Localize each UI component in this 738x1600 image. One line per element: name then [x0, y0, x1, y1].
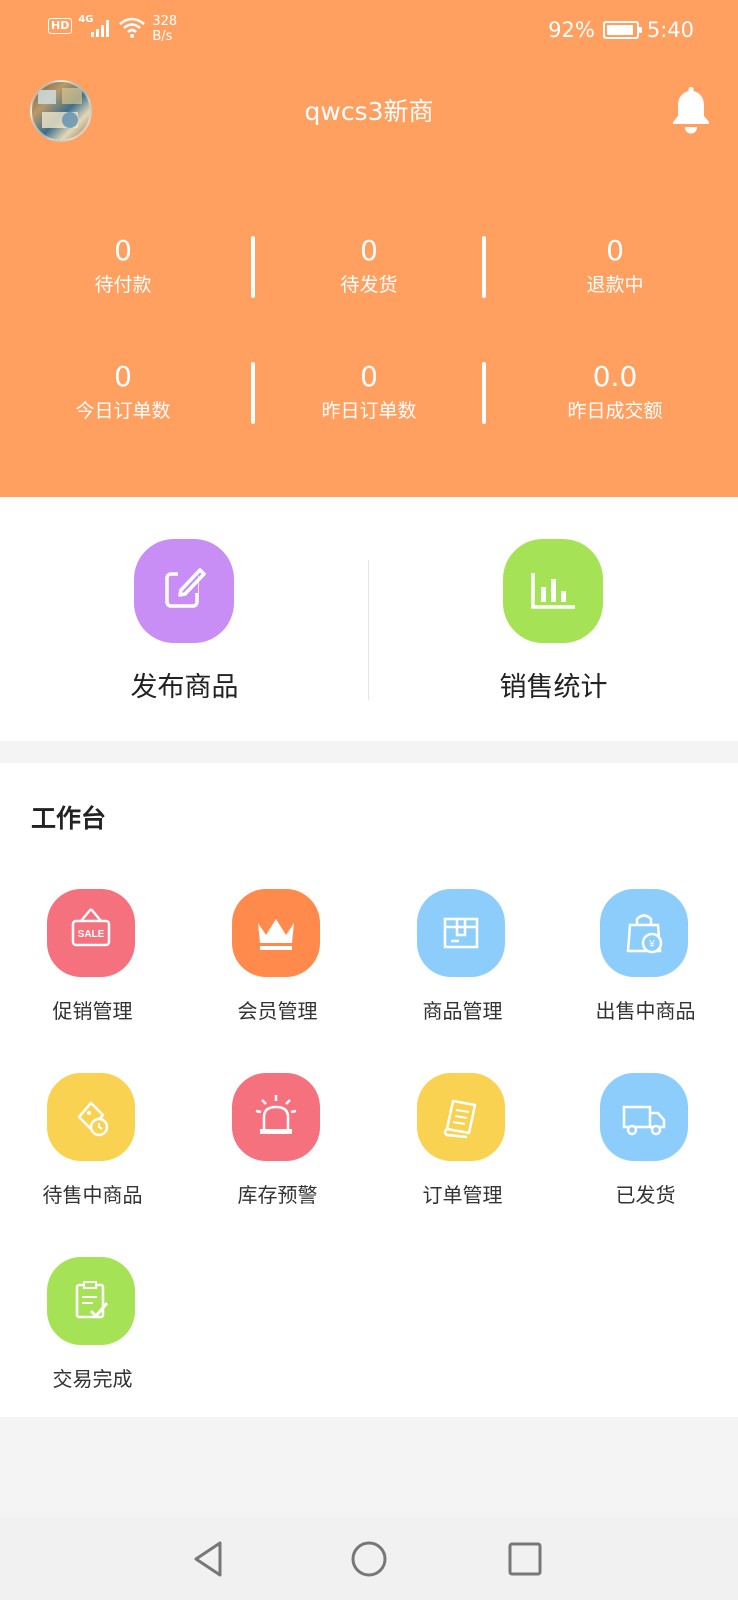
quick-label: 发布商品 — [130, 672, 239, 703]
pending-sale-products-item[interactable]: 待售中商品 — [0, 1073, 185, 1213]
stat-today-orders[interactable]: 0 今日订单数 — [0, 358, 246, 438]
workbench-title: 工作台 — [31, 804, 107, 833]
receipt-icon — [443, 1099, 477, 1139]
grid-icon-bg — [232, 1073, 320, 1161]
navigation-bar — [0, 1517, 738, 1600]
stat-label: 待发货 — [340, 274, 398, 296]
grid-icon-bg — [417, 1073, 505, 1161]
stats-row-orders: 0 今日订单数 0 昨日订单数 0.0 昨日成交额 — [0, 358, 738, 438]
svg-text:¥: ¥ — [648, 939, 655, 950]
status-left: HD 4G 328 B/s — [48, 14, 177, 44]
quick-icon-bg — [134, 539, 234, 643]
stat-value: 0 — [360, 234, 378, 267]
shop-name: qwcs3新商 — [304, 97, 434, 126]
svg-text:SALE: SALE — [78, 929, 105, 940]
stat-label: 昨日成交额 — [567, 400, 663, 422]
stat-yesterday-orders[interactable]: 0 昨日订单数 — [246, 358, 492, 438]
grid-icon-bg: ¥ — [600, 889, 688, 977]
network-speed: 328 B/s — [152, 14, 177, 44]
grid-label: 待售中商品 — [42, 1183, 143, 1207]
crown-icon — [258, 919, 294, 950]
grid-icon-bg — [47, 1257, 135, 1345]
quick-icon-bg — [503, 539, 603, 643]
edit-icon — [165, 568, 206, 608]
grid-icon-bg: SALE — [47, 889, 135, 977]
stat-divider — [482, 236, 486, 298]
network-speed-unit: B/s — [152, 29, 173, 44]
stat-divider — [482, 362, 486, 424]
bar-chart-icon — [531, 573, 575, 609]
grid-icon-bg — [417, 889, 505, 977]
stat-divider — [251, 362, 255, 424]
status-bar: HD 4G 328 B/s 92% 5:40 — [0, 0, 738, 62]
grid-icon-bg — [600, 1073, 688, 1161]
header-panel: HD 4G 328 B/s 92% 5:40 qwcs3新商 0 待付款 0 待… — [0, 0, 738, 497]
workbench-panel: 工作台 SALE 促销管理 会员管理 商品管理 ¥ 出售中商品 待售中商品 库存… — [0, 763, 738, 1417]
product-management-item[interactable]: 商品管理 — [370, 889, 555, 1029]
stat-label: 退款中 — [586, 274, 644, 296]
sale-sign-icon: SALE — [71, 908, 111, 947]
grid-label: 商品管理 — [422, 999, 503, 1023]
publish-product-button[interactable]: 发布商品 — [0, 497, 369, 741]
wifi-icon — [119, 17, 146, 38]
grid-label: 库存预警 — [237, 1183, 318, 1207]
stat-label: 昨日订单数 — [321, 400, 417, 422]
grid-icon-bg — [232, 889, 320, 977]
stat-value: 0 — [606, 234, 624, 267]
battery-percent: 92% — [548, 18, 595, 42]
back-triangle-icon[interactable] — [188, 1537, 232, 1581]
box-icon — [443, 917, 479, 949]
tag-clock-icon — [77, 1101, 109, 1137]
grid-label: 会员管理 — [237, 999, 318, 1023]
hd-badge: HD — [48, 18, 73, 34]
home-circle-icon[interactable] — [347, 1537, 391, 1581]
grid-icon-bg — [47, 1073, 135, 1161]
stat-label: 待付款 — [94, 274, 152, 296]
quick-divider — [368, 560, 369, 700]
on-sale-products-item[interactable]: ¥ 出售中商品 — [553, 889, 738, 1029]
promotion-management-item[interactable]: SALE 促销管理 — [0, 889, 185, 1029]
grid-label: 促销管理 — [52, 999, 133, 1023]
grid-label: 交易完成 — [52, 1367, 133, 1391]
network-indicator: 4G — [78, 14, 112, 38]
grid-label: 已发货 — [615, 1183, 676, 1207]
transaction-complete-item[interactable]: 交易完成 — [0, 1257, 185, 1397]
battery-icon — [602, 21, 642, 39]
checklist-icon — [75, 1281, 109, 1319]
quick-label: 销售统计 — [499, 672, 608, 703]
stock-alert-item[interactable]: 库存预警 — [185, 1073, 370, 1213]
signal-icon — [91, 20, 110, 37]
sales-stats-button[interactable]: 销售统计 — [369, 497, 738, 741]
recent-square-icon[interactable] — [503, 1537, 547, 1581]
stat-pending-shipment[interactable]: 0 待发货 — [246, 232, 492, 312]
stat-value: 0.0 — [592, 360, 638, 393]
member-management-item[interactable]: 会员管理 — [185, 889, 370, 1029]
stat-refunding[interactable]: 0 退款中 — [492, 232, 738, 312]
stat-value: 0 — [114, 360, 132, 393]
grid-label: 出售中商品 — [595, 999, 696, 1023]
clock: 5:40 — [646, 18, 694, 42]
stat-pending-payment[interactable]: 0 待付款 — [0, 232, 246, 312]
bell-icon[interactable] — [668, 84, 714, 136]
stat-value: 0 — [114, 234, 132, 267]
network-speed-value: 328 — [152, 14, 178, 29]
truck-icon — [622, 1105, 666, 1136]
grid-label: 订单管理 — [422, 1183, 503, 1207]
quick-actions: 发布商品 销售统计 — [0, 497, 738, 741]
stat-divider — [251, 236, 255, 298]
stats-row-pending: 0 待付款 0 待发货 0 退款中 — [0, 232, 738, 312]
battery-fill — [606, 25, 633, 35]
shopping-bag-icon: ¥ — [626, 914, 663, 954]
stat-yesterday-turnover[interactable]: 0.0 昨日成交额 — [492, 358, 738, 438]
status-right: 92% 5:40 — [548, 18, 694, 42]
stat-value: 0 — [360, 360, 378, 393]
order-management-item[interactable]: 订单管理 — [370, 1073, 555, 1213]
alarm-light-icon — [255, 1095, 297, 1134]
stat-label: 今日订单数 — [75, 400, 171, 422]
shipped-item[interactable]: 已发货 — [553, 1073, 738, 1213]
